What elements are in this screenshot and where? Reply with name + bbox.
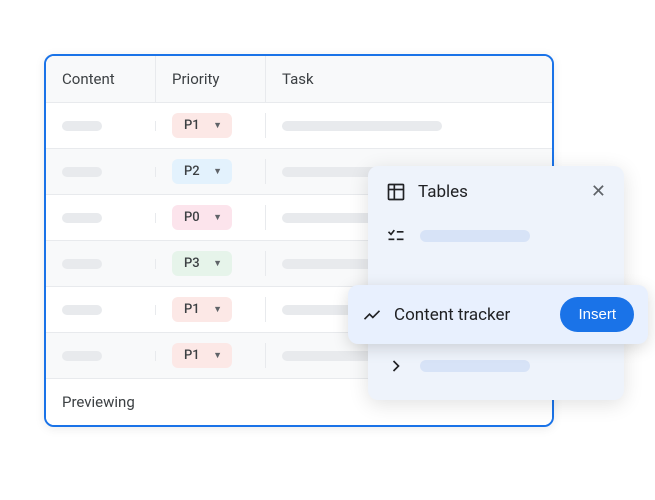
content-placeholder [62,351,102,361]
chevron-down-icon: ▼ [213,304,222,315]
item-placeholder [420,230,530,242]
chevron-down-icon: ▼ [213,166,222,177]
header-task: Task [266,56,552,102]
priority-label: P3 [184,256,200,271]
content-placeholder [62,305,102,315]
table-header-row: Content Priority Task [46,56,552,103]
chevron-down-icon: ▼ [213,350,222,361]
table-row: P1 ▼ [46,103,552,149]
chevron-right-icon [386,356,406,376]
priority-chip[interactable]: P1 ▼ [172,343,232,368]
content-placeholder [62,213,102,223]
header-content: Content [46,56,156,102]
priority-label: P0 [184,210,200,225]
chevron-down-icon: ▼ [213,258,222,269]
tables-popup: Tables ✕ [368,166,624,400]
popup-item-checklist[interactable] [368,216,624,256]
content-placeholder [62,167,102,177]
insert-button[interactable]: Insert [560,297,634,332]
selected-item-label: Content tracker [394,305,548,325]
checklist-icon [386,226,406,246]
close-icon[interactable]: ✕ [591,183,606,201]
popup-header: Tables ✕ [368,182,624,216]
popup-item-more[interactable] [368,346,624,386]
priority-label: P1 [184,118,200,133]
priority-chip[interactable]: P1 ▼ [172,297,232,322]
priority-label: P1 [184,348,200,363]
content-placeholder [62,259,102,269]
chevron-down-icon: ▼ [213,212,222,223]
item-placeholder [420,360,530,372]
priority-chip[interactable]: P0 ▼ [172,205,232,230]
priority-label: P2 [184,164,200,179]
priority-label: P1 [184,302,200,317]
header-priority: Priority [156,56,266,102]
chevron-down-icon: ▼ [213,120,222,131]
popup-item-content-tracker[interactable]: Content tracker Insert [348,285,648,344]
trend-icon [362,305,382,325]
content-placeholder [62,121,102,131]
popup-title: Tables [418,182,468,202]
priority-chip[interactable]: P2 ▼ [172,159,232,184]
priority-chip[interactable]: P1 ▼ [172,113,232,138]
priority-chip[interactable]: P3 ▼ [172,251,232,276]
task-placeholder [282,121,442,131]
table-icon [386,182,406,202]
